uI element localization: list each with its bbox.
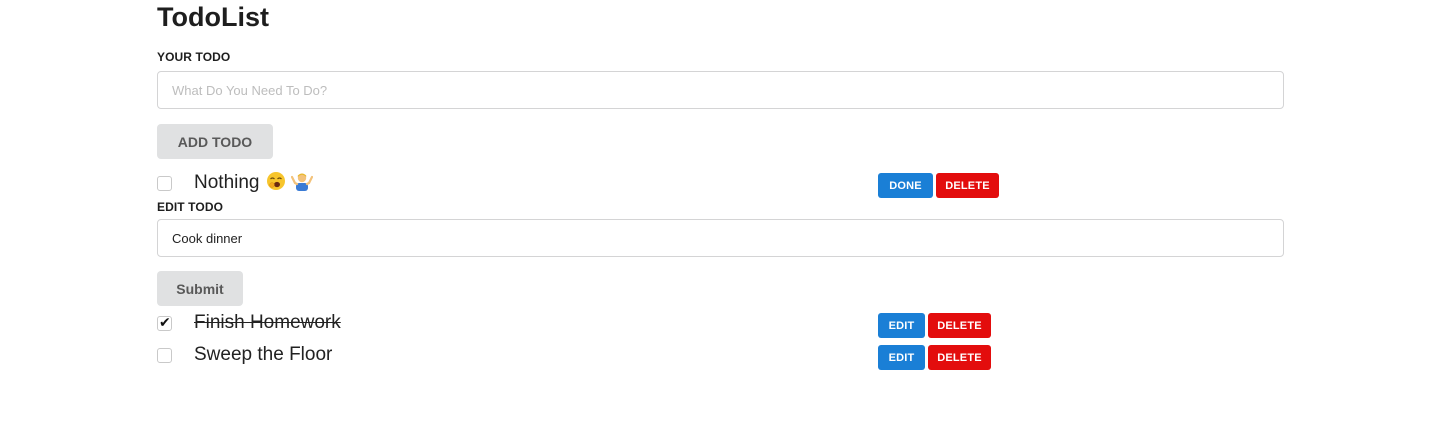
edit-button[interactable]: EDIT	[878, 313, 925, 338]
your-todo-label: YOUR TODO	[157, 50, 231, 64]
page-title: TodoList	[157, 2, 269, 32]
delete-button[interactable]: DELETE	[928, 313, 991, 338]
person-shrugging-icon	[290, 173, 313, 191]
todo-checkbox[interactable]	[157, 176, 172, 191]
todo-item: ✔ Finish Homework EDIT DELETE	[157, 310, 1007, 338]
todo-item: Nothing DONE DELETE	[157, 170, 1007, 198]
todo-item: Sweep the Floor EDIT DELETE	[157, 342, 1007, 370]
add-todo-button[interactable]: ADD TODO	[157, 124, 273, 159]
done-button[interactable]: DONE	[878, 173, 933, 198]
edit-todo-input[interactable]	[157, 219, 1284, 257]
todo-checkbox[interactable]: ✔	[157, 315, 172, 331]
submit-edit-button[interactable]: Submit	[157, 271, 243, 306]
edit-todo-label: EDIT TODO	[157, 200, 224, 214]
todo-input[interactable]	[157, 71, 1284, 109]
todo-text: Sweep the Floor	[194, 344, 333, 365]
edit-button[interactable]: EDIT	[878, 345, 925, 370]
delete-button[interactable]: DELETE	[928, 345, 991, 370]
todo-text-label: Nothing	[194, 172, 260, 193]
todo-text: Finish Homework	[194, 312, 341, 333]
delete-button[interactable]: DELETE	[936, 173, 999, 198]
checkmark-icon: ✔	[159, 315, 171, 331]
todo-text: Nothing	[194, 170, 313, 196]
yawning-face-icon	[266, 172, 285, 190]
todo-checkbox[interactable]	[157, 348, 172, 363]
